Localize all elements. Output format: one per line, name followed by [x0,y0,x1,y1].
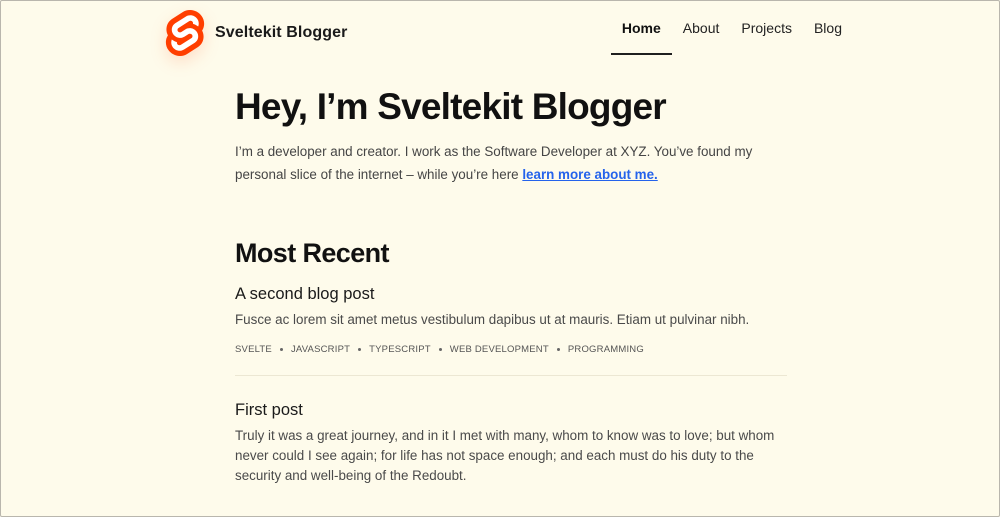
tag-separator-dot [358,348,362,351]
tag-separator-dot [438,348,442,351]
tag-web-development[interactable]: web development [450,344,549,355]
most-recent-heading: Most Recent [235,238,390,268]
tag-typescript[interactable]: typescript [369,344,431,355]
nav-item-about[interactable]: About [672,1,731,55]
svelte-logo-icon [165,10,205,56]
post-tags: svelte javascript typescript web develop… [235,344,787,355]
nav-item-blog[interactable]: Blog [803,1,853,55]
tag-javascript[interactable]: javascript [291,344,350,355]
page-title: Hey, I’m Sveltekit Blogger [235,86,667,127]
main-content: Hey, I’m Sveltekit Blogger I’m a develop… [235,84,787,486]
intro-text: I’m a developer and creator. I work as t… [235,144,753,182]
site-header: Sveltekit Blogger Home About Projects Bl… [1,1,999,63]
post-card: A second blog post Fusce ac lorem sit am… [235,282,787,355]
post-title-link[interactable]: A second blog post [235,282,787,306]
brand-name: Sveltekit Blogger [215,24,348,41]
browser-viewport: Sveltekit Blogger Home About Projects Bl… [0,0,1000,517]
post-excerpt: Truly it was a great journey, and in it … [235,428,775,483]
tag-programming[interactable]: programming [568,344,644,355]
post-divider [235,375,787,376]
tag-svelte[interactable]: svelte [235,344,272,355]
learn-more-link[interactable]: learn more about me. [522,167,657,182]
tag-separator-dot [279,348,283,351]
tag-separator-dot [556,348,560,351]
post-title-link[interactable]: First post [235,398,787,422]
brand-home-link[interactable]: Sveltekit Blogger [165,10,347,56]
nav-item-home[interactable]: Home [610,1,672,55]
post-card: First post Truly it was a great journey,… [235,398,787,486]
nav-item-projects[interactable]: Projects [730,1,803,55]
intro-paragraph: I’m a developer and creator. I work as t… [235,140,787,186]
main-nav: Home About Projects Blog [610,1,853,55]
post-excerpt: Fusce ac lorem sit amet metus vestibulum… [235,312,750,327]
